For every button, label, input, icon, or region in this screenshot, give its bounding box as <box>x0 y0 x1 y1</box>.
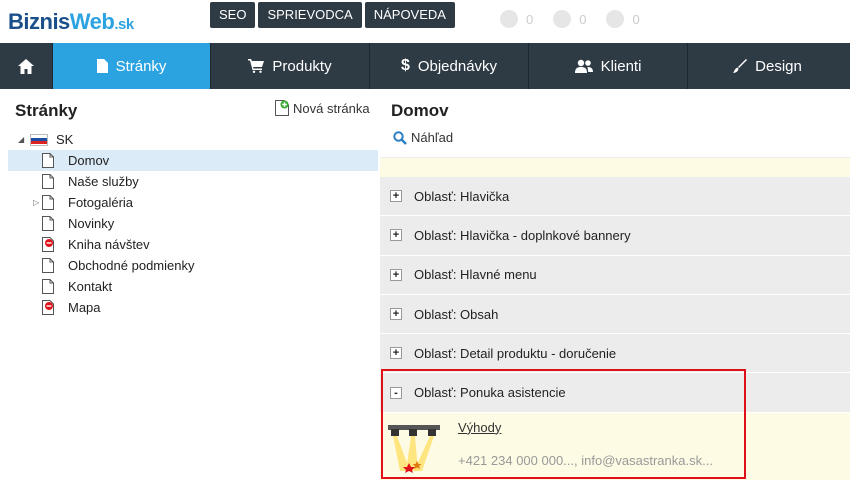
page-icon <box>42 153 54 168</box>
main-nav: Stránky Produkty $ Objednávky Klienti De… <box>0 43 850 89</box>
area-row[interactable]: + Oblasť: Detail produktu - doručenie <box>380 334 850 374</box>
guide-link[interactable]: SPRIEVODCA <box>258 2 362 28</box>
add-page-icon <box>275 100 289 116</box>
content-strip <box>380 157 850 177</box>
users-icon <box>574 59 593 73</box>
dollar-icon: $ <box>400 57 410 74</box>
expand-arrow-icon[interactable]: ▷ <box>33 198 39 207</box>
page-icon <box>96 59 108 73</box>
area-row[interactable]: + Oblasť: Hlavné menu <box>380 255 850 295</box>
area-row-expanded[interactable]: - Oblasť: Ponuka asistencie <box>380 373 850 413</box>
preview-link[interactable]: Náhľad <box>393 130 453 145</box>
area-row[interactable]: + Oblasť: Hlavička <box>380 177 850 217</box>
panel-title: Stránky <box>15 101 78 120</box>
collapse-arrow-icon[interactable]: ◢ <box>18 135 28 144</box>
tree-item-domov[interactable]: Domov <box>8 150 378 171</box>
expand-plus-icon[interactable]: + <box>390 229 402 242</box>
nav-products[interactable]: Produkty <box>211 43 370 89</box>
tree-item-nase-sluzby[interactable]: Naše služby <box>8 171 378 192</box>
area-list: + Oblasť: Hlavička + Oblasť: Hlavička - … <box>380 177 850 480</box>
brush-icon <box>733 59 748 73</box>
page-detail-panel: Domov Náhľad + Oblasť: Hlavička + Oblasť… <box>380 89 850 480</box>
expand-plus-icon[interactable]: + <box>390 308 402 321</box>
box-icon <box>553 10 572 28</box>
page-icon <box>42 258 54 273</box>
orders-notifications[interactable]: 0 <box>553 10 586 28</box>
expand-plus-icon[interactable]: + <box>390 268 402 281</box>
restricted-page-icon <box>42 300 54 315</box>
pages-panel: Stránky Nová stránka ◢ SK Domov Naše slu… <box>0 89 380 480</box>
area-item-link[interactable]: Výhody <box>458 420 501 435</box>
area-row[interactable]: + Oblasť: Hlavička - doplnkové bannery <box>380 216 850 256</box>
nav-design[interactable]: Design <box>688 43 847 89</box>
nav-pages[interactable]: Stránky <box>53 43 211 89</box>
area-content: Výhody +421 234 000 000..., info@vasastr… <box>380 412 850 480</box>
page-icon <box>42 279 54 294</box>
tree-item-novinky[interactable]: Novinky <box>8 213 378 234</box>
restricted-page-icon <box>42 237 54 252</box>
new-page-button[interactable]: Nová stránka <box>275 100 370 116</box>
chat-icon <box>606 10 625 28</box>
nav-clients[interactable]: Klienti <box>529 43 688 89</box>
tree-item-obchodne-podmienky[interactable]: Obchodné podmienky <box>8 255 378 276</box>
page-icon <box>42 216 54 231</box>
page-icon <box>42 195 54 210</box>
bell-icon <box>500 10 518 28</box>
nav-orders[interactable]: $ Objednávky <box>370 43 529 89</box>
area-item-description: +421 234 000 000..., info@vasastranka.sk… <box>458 452 713 468</box>
cart-icon <box>248 59 265 73</box>
tree-root-sk[interactable]: ◢ SK <box>8 129 378 150</box>
seo-link[interactable]: SEO <box>210 2 256 28</box>
notification-tray: 0 0 0 <box>500 10 640 28</box>
page-title: Domov <box>391 101 449 120</box>
magnifier-icon <box>393 130 407 145</box>
slovak-flag-icon <box>30 133 48 146</box>
tree-item-kniha-navstev[interactable]: Kniha návštev <box>8 234 378 255</box>
help-link[interactable]: NÁPOVEDA <box>364 2 455 28</box>
logo[interactable]: BiznisWeb.sk <box>8 9 134 35</box>
tree-item-kontakt[interactable]: Kontakt <box>8 276 378 297</box>
top-links: SEO SPRIEVODCA NÁPOVEDA <box>210 2 455 28</box>
nav-home[interactable] <box>0 43 53 89</box>
page-icon <box>42 174 54 189</box>
expand-plus-icon[interactable]: + <box>390 347 402 360</box>
tree-item-fotogaleria[interactable]: ▷ Fotogaléria <box>8 192 378 213</box>
page-tree: ◢ SK Domov Naše služby ▷ Fotogaléria Nov… <box>8 129 378 318</box>
bell-notifications[interactable]: 0 <box>500 10 533 28</box>
home-icon <box>18 58 34 74</box>
messages-notifications[interactable]: 0 <box>606 10 640 28</box>
collapse-minus-icon[interactable]: - <box>390 386 402 399</box>
expand-plus-icon[interactable]: + <box>390 190 402 203</box>
top-bar: BiznisWeb.sk SEO SPRIEVODCA NÁPOVEDA 0 0… <box>0 0 850 43</box>
tree-item-mapa[interactable]: Mapa <box>8 297 378 318</box>
stage-lights-thumbnail-icon[interactable] <box>388 421 440 473</box>
area-row[interactable]: + Oblasť: Obsah <box>380 294 850 335</box>
